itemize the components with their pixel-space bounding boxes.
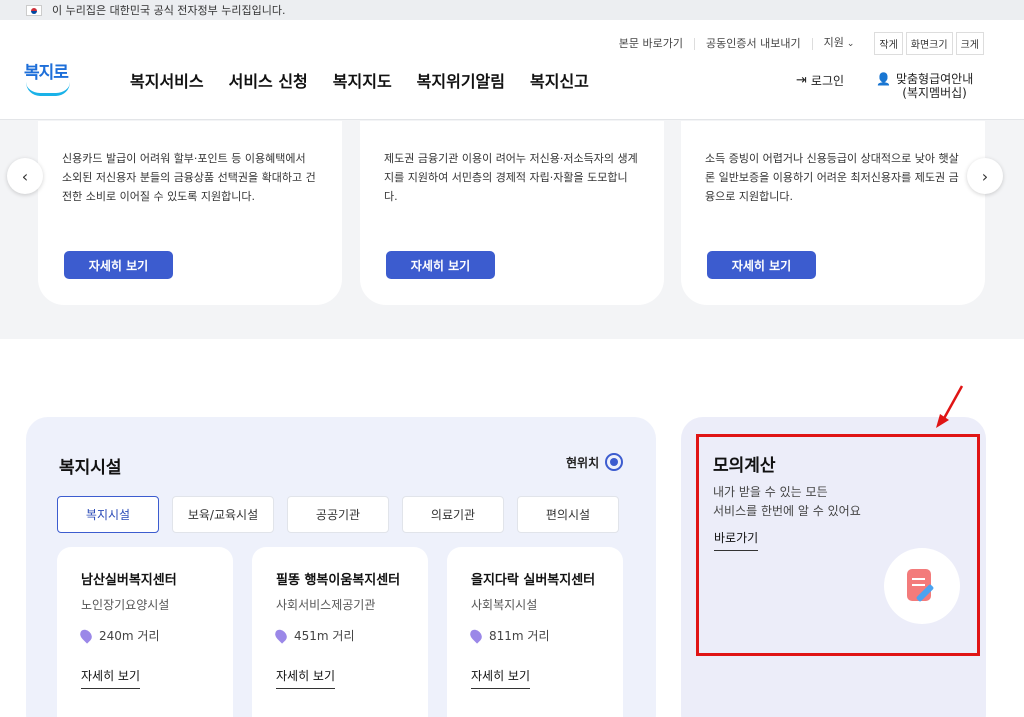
tab-welfare-facility[interactable]: 복지시설 — [57, 496, 159, 533]
card-description: 제도권 금융기관 이용이 려어누 저신용·저소득자의 생계지를 지원하여 서민층… — [384, 152, 638, 203]
facility-tabs: 복지시설 보육/교육시설 공공기관 의료기관 편의시설 — [57, 496, 632, 533]
custom-benefit-label: 맞춤형급여안내 (복지멤버십) — [896, 72, 973, 100]
card-detail-button[interactable]: 자세히 보기 — [64, 251, 173, 279]
facility-distance: 811m 거리 — [467, 627, 623, 644]
service-card: 제도권 금융기관 이용이 려어누 저신용·저소득자의 생계지를 지원하여 서민층… — [360, 121, 664, 305]
mock-calculation-link[interactable]: 바로가기 — [714, 529, 759, 551]
font-reset-button[interactable]: 화면크기 — [905, 32, 953, 55]
gov-banner-text: 이 누리집은 대한민국 공식 전자정부 누리집입니다. — [52, 4, 286, 17]
facility-distance: 451m 거리 — [272, 627, 428, 644]
mock-calculation-panel: 모의계산 내가 받을 수 있는 모든 서비스를 한번에 알 수 있어요 바로가기 — [681, 417, 986, 717]
site-logo[interactable]: 복지로 — [24, 58, 74, 98]
nav-welfare-report[interactable]: 복지신고 — [530, 68, 589, 92]
facility-name: 남산실버복지센터 — [81, 573, 177, 588]
card-description: 신용카드 발급이 어려워 할부·포인트 등 이용혜택에서 소외된 저신용자 분들… — [62, 152, 316, 203]
tab-childcare-education[interactable]: 보육/교육시설 — [172, 496, 274, 533]
service-cards-carousel: 신용카드 발급이 어려워 할부·포인트 등 이용혜택에서 소외된 저신용자 분들… — [0, 121, 1024, 339]
chevron-right-icon: › — [981, 166, 989, 186]
facility-detail-link[interactable]: 자세히 보기 — [81, 667, 141, 689]
custom-benefit-line2: (복지멤버십) — [902, 86, 967, 100]
tab-public-institution[interactable]: 공공기관 — [287, 496, 389, 533]
custom-benefit-line1: 맞춤형급여안내 — [895, 72, 974, 86]
red-arrow-icon — [936, 385, 964, 428]
card-detail-button[interactable]: 자세히 보기 — [386, 251, 495, 279]
skip-to-content-link[interactable]: 본문 바로가기 — [608, 37, 695, 50]
facility-type: 사회서비스제공기관 — [276, 598, 376, 612]
export-certificate-link[interactable]: 공동인증서 내보내기 — [695, 37, 813, 50]
font-larger-button[interactable]: 크게 — [955, 32, 984, 55]
card-description: 소득 증빙이 어렵거나 신용등급이 상대적으로 낮아 햇살론 일반보증을 이용하… — [705, 152, 959, 203]
mock-calculation-description: 내가 받을 수 있는 모든 서비스를 한번에 알 수 있어요 — [713, 483, 861, 521]
korea-flag-icon — [26, 4, 42, 16]
support-menu[interactable]: 지원 ⌄ — [813, 37, 866, 50]
lower-section: 복지시설 현위치 복지시설 보육/교육시설 공공기관 의료기관 편의시설 남산실… — [0, 339, 1024, 717]
facility-distance: 240m 거리 — [77, 627, 233, 644]
card-title-cropped — [384, 121, 640, 123]
carousel-next-button[interactable]: › — [967, 158, 1003, 194]
facility-detail-link[interactable]: 자세히 보기 — [276, 667, 336, 689]
location-target-icon — [605, 453, 624, 471]
user-plus-icon: 👤 — [876, 72, 891, 86]
facility-card: 을지다락 실버복지센터 사회복지시설 811m 거리 자세히 보기 — [447, 547, 623, 717]
login-button[interactable]: ⇥ 로그인 — [796, 72, 844, 89]
facility-distance-text: 240m 거리 — [99, 629, 160, 643]
facility-card: 남산실버복지센터 노인장기요양시설 240m 거리 자세히 보기 — [57, 547, 233, 717]
font-size-controls: 작게 화면크기 크게 — [871, 32, 984, 55]
site-header: 본문 바로가기 공동인증서 내보내기 지원 ⌄ 작게 화면크기 크게 복지로 복지… — [0, 20, 1024, 120]
facility-detail-link[interactable]: 자세히 보기 — [471, 667, 531, 689]
welfare-facility-panel: 복지시설 현위치 복지시설 보육/교육시설 공공기관 의료기관 편의시설 남산실… — [26, 417, 656, 717]
facility-name: 필똥 행복이움복지센터 — [276, 573, 401, 588]
mock-desc-line1: 내가 받을 수 있는 모든 — [713, 485, 828, 499]
mock-calculation-title: 모의계산 — [713, 456, 776, 476]
map-pin-icon — [272, 627, 290, 644]
current-location-button[interactable]: 현위치 — [566, 453, 624, 471]
facility-name: 을지다락 실버복지센터 — [471, 573, 596, 588]
logo-smile-icon — [26, 82, 70, 96]
facility-title: 복지시설 — [59, 458, 122, 478]
chevron-down-icon: ⌄ — [846, 39, 855, 49]
utility-bar: 본문 바로가기 공동인증서 내보내기 지원 ⌄ 작게 화면크기 크게 — [608, 32, 984, 55]
calculation-note-icon — [907, 569, 937, 603]
facility-distance-text: 811m 거리 — [489, 629, 550, 643]
mock-desc-line2: 서비스를 한번에 알 수 있어요 — [713, 504, 861, 518]
nav-welfare-services[interactable]: 복지서비스 — [130, 68, 204, 92]
card-title-cropped — [62, 121, 318, 123]
current-location-label: 현위치 — [566, 455, 600, 470]
carousel-prev-button[interactable]: ‹ — [7, 158, 43, 194]
gov-banner: 이 누리집은 대한민국 공식 전자정부 누리집입니다. — [0, 0, 1024, 20]
facility-type: 사회복지시설 — [471, 598, 538, 612]
map-pin-icon — [77, 627, 95, 644]
facility-card: 필똥 행복이움복지센터 사회서비스제공기관 451m 거리 자세히 보기 — [252, 547, 428, 717]
nav-service-apply[interactable]: 서비스 신청 — [229, 68, 308, 92]
tab-convenience-facility[interactable]: 편의시설 — [517, 496, 619, 533]
service-card: 신용카드 발급이 어려워 할부·포인트 등 이용혜택에서 소외된 저신용자 분들… — [38, 121, 342, 305]
calculator-badge — [884, 548, 960, 624]
card-detail-button[interactable]: 자세히 보기 — [707, 251, 816, 279]
login-icon: ⇥ — [796, 73, 807, 88]
nav-crisis-alert[interactable]: 복지위기알림 — [417, 68, 505, 92]
card-title-cropped — [705, 121, 961, 123]
map-pin-icon — [467, 627, 485, 644]
support-menu-label: 지원 — [823, 36, 844, 49]
font-smaller-button[interactable]: 작게 — [874, 32, 903, 55]
login-label: 로그인 — [810, 74, 845, 88]
main-nav: 복지서비스 서비스 신청 복지지도 복지위기알림 복지신고 — [130, 68, 614, 92]
chevron-left-icon: ‹ — [21, 166, 29, 186]
service-card: 소득 증빙이 어렵거나 신용등급이 상대적으로 낮아 햇살론 일반보증을 이용하… — [681, 121, 985, 305]
facility-distance-text: 451m 거리 — [294, 629, 355, 643]
facility-type: 노인장기요양시설 — [81, 598, 170, 612]
logo-text: 복지로 — [24, 63, 69, 83]
custom-benefit-button[interactable]: 👤 맞춤형급여안내 (복지멤버십) — [876, 72, 973, 100]
tab-medical-institution[interactable]: 의료기관 — [402, 496, 504, 533]
nav-welfare-map[interactable]: 복지지도 — [333, 68, 392, 92]
